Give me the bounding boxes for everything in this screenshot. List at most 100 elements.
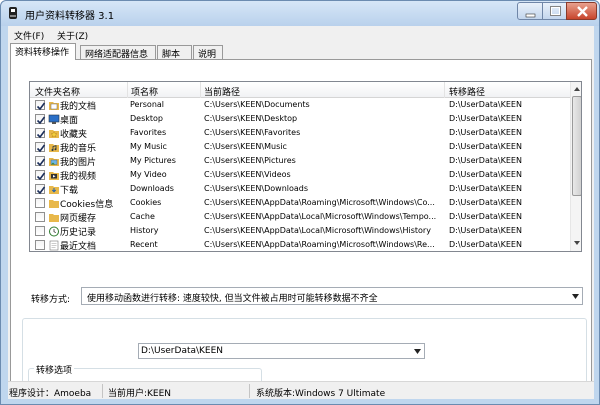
checkmark-icon: [36, 144, 46, 153]
folder-name-cell: 我的图片: [60, 158, 97, 168]
close-button[interactable]: [566, 2, 597, 20]
status-divider: [102, 384, 103, 398]
cache-folder-icon: [49, 214, 59, 222]
downloads-icon: [49, 186, 59, 194]
recent-docs-icon: [49, 240, 59, 251]
item-name-cell: My Music: [130, 142, 167, 151]
list-row[interactable]: 我的音乐 My Music C:\Users\KEEN\Music D:\UserDa…: [30, 140, 570, 154]
row-checkbox[interactable]: [35, 184, 46, 195]
row-checkbox[interactable]: [35, 142, 46, 153]
item-name-cell: History: [130, 226, 159, 235]
row-checkbox[interactable]: [35, 100, 46, 111]
target-path-cell: D:\UserData\KEEN: [449, 240, 522, 249]
list-row[interactable]: 收藏夹 Favorites C:\Users\KEEN\Favorites D:\Us…: [30, 126, 570, 140]
tab-network-adapter[interactable]: 网络适配器信息: [80, 45, 156, 60]
item-name-cell: Recent: [130, 240, 158, 249]
tab-script[interactable]: 脚本: [157, 45, 192, 60]
folder-name-cell: 下载: [60, 186, 79, 196]
menu-about[interactable]: 关于(Z): [57, 29, 88, 42]
cookies-folder-icon: [49, 200, 59, 208]
target-path-value: D:\UserData\KEEN: [141, 346, 224, 356]
transfer-mode-select[interactable]: 使用移动函数进行转移: 速度较快, 但当文件被占用时可能转移数据不齐全: [81, 287, 583, 305]
current-path-cell: C:\Users\KEEN\AppData\Roaming\Microsoft\…: [204, 198, 435, 207]
list-row[interactable]: Cookies信息 Cookies C:\Users\KEEN\AppData\Ro…: [30, 196, 570, 210]
target-path-cell: D:\UserData\KEEN: [449, 128, 522, 137]
minimize-button[interactable]: [517, 2, 543, 20]
current-path-cell: C:\Users\KEEN\Desktop: [204, 114, 298, 123]
row-checkbox[interactable]: [35, 114, 46, 125]
history-icon: [49, 226, 59, 237]
list-row[interactable]: 下载 Downloads C:\Users\KEEN\Downloads D:\Use…: [30, 182, 570, 196]
scroll-down-icon[interactable]: [573, 239, 581, 247]
window-title: 用户资料转移器 3.1: [25, 11, 115, 22]
list-row[interactable]: 网页缓存 Cache C:\Users\KEEN\AppData\Local\Mic…: [30, 210, 570, 224]
folder-name-cell: 历史记录: [60, 228, 97, 238]
tab-help[interactable]: 说明: [193, 45, 223, 60]
scroll-up-icon[interactable]: [573, 85, 581, 93]
folder-name-cell: 我的文档: [60, 102, 97, 112]
row-checkbox[interactable]: [35, 156, 46, 167]
item-name-cell: Cookies: [130, 198, 162, 207]
list-row[interactable]: 我的图片 My Pictures C:\Users\KEEN\Pictures D:\…: [30, 154, 570, 168]
folder-name-cell: Cookies信息: [60, 200, 114, 210]
target-path-cell: D:\UserData\KEEN: [449, 142, 522, 151]
list-row[interactable]: 桌面 Desktop C:\Users\KEEN\Desktop D:\UserDat…: [30, 112, 570, 126]
current-path-cell: C:\Users\KEEN\Documents: [204, 100, 310, 109]
scroll-thumb[interactable]: [572, 96, 581, 196]
status-divider: [249, 384, 250, 398]
item-name-cell: Personal: [130, 100, 165, 109]
item-name-cell: My Video: [130, 170, 167, 179]
title-bar[interactable]: 用户资料转移器 3.1: [1, 1, 599, 26]
col-separator[interactable]: [444, 82, 445, 98]
folder-name-cell: 桌面: [60, 116, 79, 126]
status-designer: 程序设计：Amoeba: [9, 389, 92, 399]
target-path-cell: D:\UserData\KEEN: [449, 114, 522, 123]
target-path-cell: D:\UserData\KEEN: [449, 226, 522, 235]
current-path-cell: C:\Users\KEEN\Music: [204, 142, 287, 151]
row-checkbox[interactable]: [35, 128, 46, 139]
status-os: 系统版本:Windows 7 Ultimate: [256, 389, 386, 399]
col-target-path[interactable]: 转移路径: [449, 85, 485, 98]
app-window: 用户资料转移器 3.1 文件(F) 关于(Z) 资料转移操作 网络适配器信息 脚…: [0, 0, 600, 405]
menu-bar: 文件(F) 关于(Z): [8, 26, 594, 43]
folder-name-cell: 我的视频: [60, 172, 97, 182]
list-row[interactable]: 我的文档 Personal C:\Users\KEEN\Documents D:\Us…: [30, 98, 570, 112]
menu-file[interactable]: 文件(F): [14, 29, 44, 42]
row-checkbox[interactable]: [35, 170, 46, 181]
col-separator[interactable]: [127, 82, 128, 98]
target-path-cell: D:\UserData\KEEN: [449, 170, 522, 179]
list-scrollbar[interactable]: [570, 82, 581, 251]
col-separator[interactable]: [200, 82, 201, 98]
minimize-icon: [525, 13, 536, 18]
folder-name-cell: 网页缓存: [60, 214, 97, 224]
item-name-cell: My Pictures: [130, 156, 176, 165]
desktop-icon: [48, 114, 60, 124]
maximize-button[interactable]: [542, 2, 567, 20]
checkmark-icon: [36, 172, 46, 181]
list-header: 文件夹名称 项名称 当前路径 转移路径: [30, 82, 570, 98]
current-path-cell: C:\Users\KEEN\Favorites: [204, 128, 301, 137]
target-path-select[interactable]: D:\UserData\KEEN: [138, 343, 425, 359]
tab-transfer[interactable]: 资料转移操作: [10, 43, 76, 60]
col-current-path[interactable]: 当前路径: [204, 85, 240, 98]
app-icon: [9, 7, 17, 19]
folder-list[interactable]: 文件夹名称 项名称 当前路径 转移路径 我的文档 Personal C:\Users…: [29, 81, 582, 252]
row-checkbox[interactable]: [35, 240, 45, 250]
row-checkbox[interactable]: [35, 226, 45, 236]
col-item-name[interactable]: 项名称: [131, 85, 158, 98]
checkmark-icon: [36, 102, 46, 111]
current-path-cell: C:\Users\KEEN\AppData\Local\Microsoft\Wi…: [204, 212, 437, 221]
list-row[interactable]: 历史记录 History C:\Users\KEEN\AppData\Local\M…: [30, 224, 570, 238]
client-area: 文件(F) 关于(Z) 资料转移操作 网络适配器信息 脚本 说明 文件夹名称 项…: [8, 26, 594, 399]
video-folder-icon: [49, 172, 59, 180]
checkmark-icon: [36, 158, 46, 167]
folder-name-cell: 我的音乐: [60, 144, 97, 154]
pictures-folder-icon: [49, 158, 59, 166]
maximize-icon: [550, 6, 561, 16]
row-checkbox[interactable]: [35, 198, 45, 208]
status-user: 当前用户:KEEN: [108, 389, 172, 399]
col-folder-name[interactable]: 文件夹名称: [35, 85, 80, 98]
row-checkbox[interactable]: [35, 212, 45, 222]
list-row[interactable]: 最近文档 Recent C:\Users\KEEN\AppData\Roaming\…: [30, 238, 570, 251]
list-row[interactable]: 我的视频 My Video C:\Users\KEEN\Videos D:\UserD…: [30, 168, 570, 182]
